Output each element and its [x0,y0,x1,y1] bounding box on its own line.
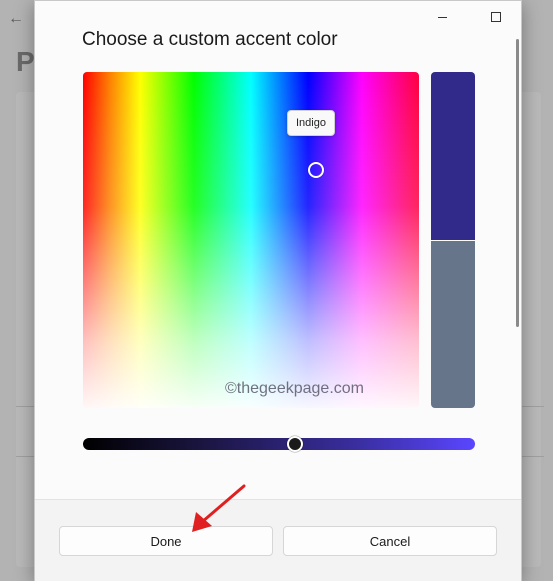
color-spectrum[interactable]: Indigo ©thegeekpage.com [83,72,419,408]
divider [522,406,544,407]
scrollbar[interactable] [516,39,519,327]
dialog-title: Choose a custom accent color [82,29,338,50]
color-selector-handle[interactable] [308,162,324,178]
watermark-text: ©thegeekpage.com [225,380,364,397]
previous-color-preview [431,241,475,408]
custom-accent-color-dialog: Choose a custom accent color Indigo ©the… [34,0,522,581]
minimize-icon [437,16,447,18]
minimize-button[interactable] [427,5,457,29]
brightness-slider-thumb[interactable] [286,436,303,452]
divider [522,456,544,457]
maximize-icon [491,12,501,22]
back-arrow-icon[interactable]: ← [8,10,24,28]
maximize-button[interactable] [481,5,511,29]
new-color-preview [431,72,475,240]
cancel-button[interactable]: Cancel [283,526,497,556]
red-arrow-icon [192,484,246,532]
dialog-content: Choose a custom accent color Indigo ©the… [35,1,521,499]
brightness-slider[interactable] [83,436,475,452]
color-name-tooltip: Indigo [287,110,335,136]
settings-page-title: P [16,46,35,77]
dialog-footer: Done Cancel [35,499,521,581]
